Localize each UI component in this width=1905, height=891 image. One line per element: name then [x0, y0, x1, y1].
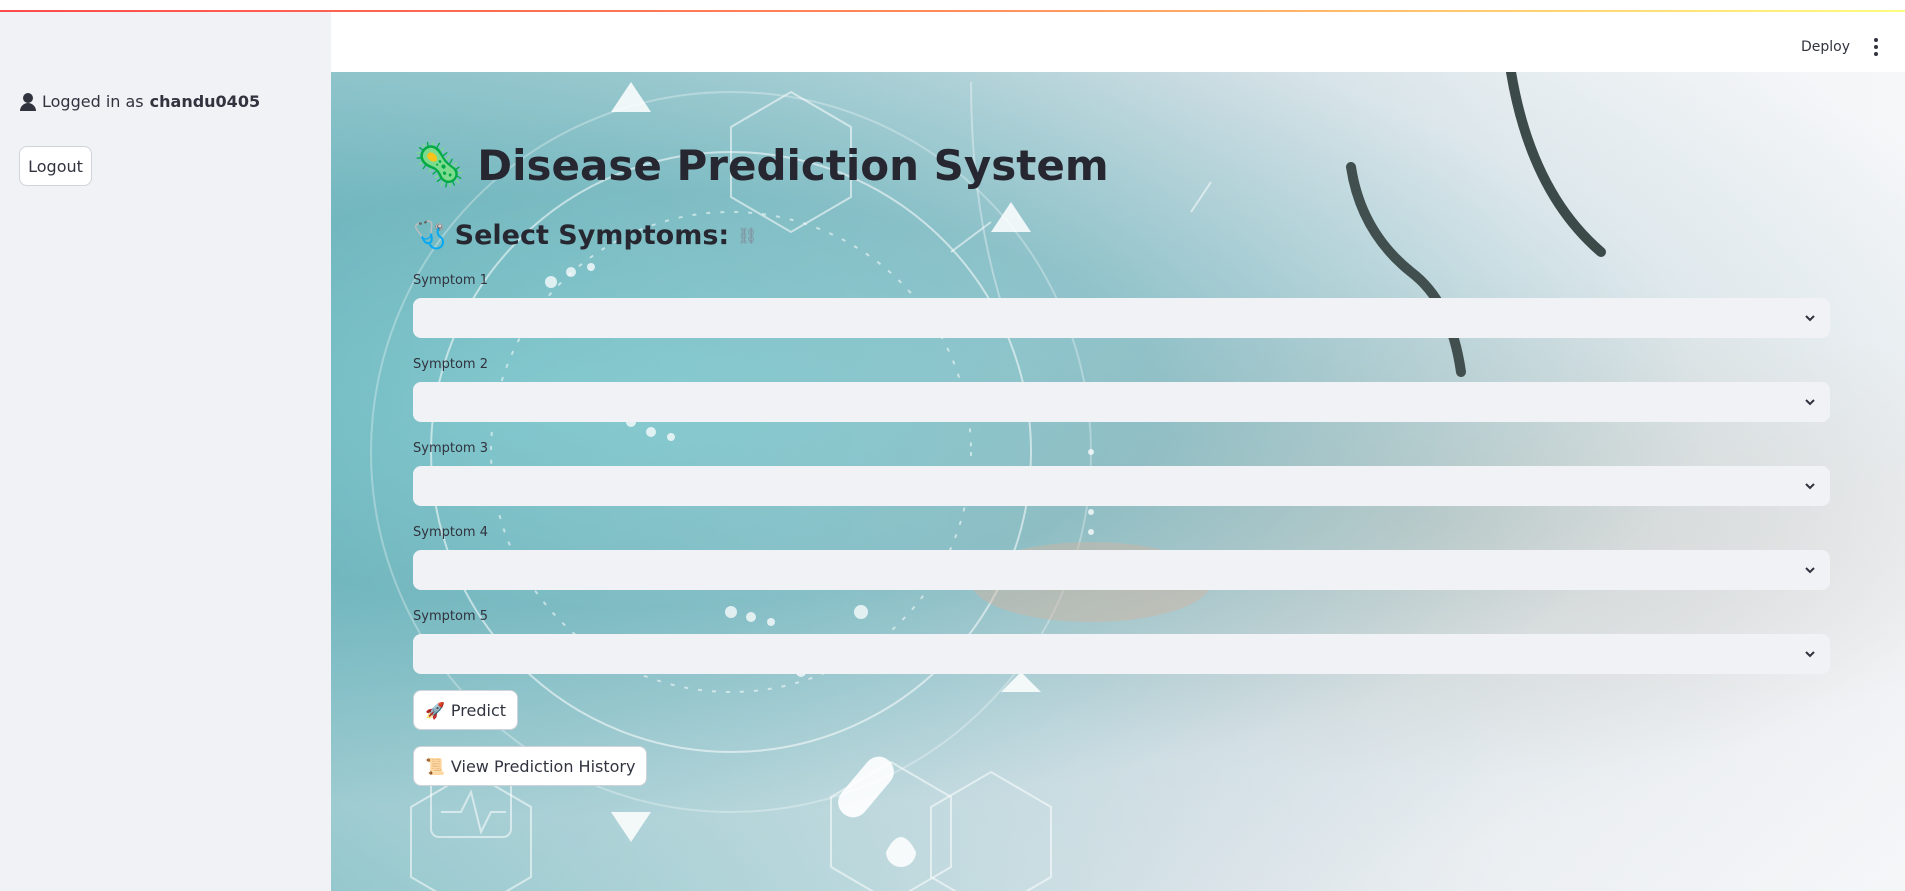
logged-in-prefix: Logged in as [42, 92, 144, 111]
view-history-button[interactable]: 📜 View Prediction History [413, 746, 648, 786]
chevron-down-icon [1805, 651, 1815, 658]
stethoscope-icon: 🩺 [413, 220, 447, 251]
rocket-icon: 🚀 [425, 700, 445, 720]
top-decoration-bar [0, 0, 1905, 12]
deploy-button[interactable]: Deploy [1801, 39, 1850, 55]
section-heading: 🩺 Select Symptoms: ⛓ [413, 219, 758, 252]
chevron-down-icon [1805, 399, 1815, 406]
page-title: 🦠 Disease Prediction System [413, 140, 1109, 190]
main-menu-icon[interactable] [1873, 38, 1879, 56]
chevron-down-icon [1805, 567, 1815, 574]
logged-in-status: Logged in as chandu0405 [20, 92, 260, 111]
main-content: 🦠 Disease Prediction System 🩺 Select Sym… [331, 72, 1905, 891]
chevron-down-icon [1805, 315, 1815, 322]
logout-button[interactable]: Logout [19, 146, 92, 186]
symptom-3-select[interactable] [413, 466, 1830, 506]
sidebar: Logged in as chandu0405 Logout [0, 12, 331, 891]
symptom-2-label: Symptom 2 [413, 357, 488, 372]
username: chandu0405 [149, 92, 261, 111]
chevron-down-icon [1805, 483, 1815, 490]
view-history-button-label: View Prediction History [450, 756, 636, 776]
section-heading-text: Select Symptoms: [454, 219, 730, 251]
page-title-text: Disease Prediction System [477, 140, 1109, 190]
predict-button[interactable]: 🚀 Predict [413, 690, 519, 730]
symptom-5-select[interactable] [413, 634, 1830, 674]
user-icon [20, 92, 36, 111]
microbe-icon: 🦠 [413, 140, 466, 189]
symptom-1-label: Symptom 1 [413, 273, 488, 288]
symptom-3-label: Symptom 3 [413, 441, 488, 456]
anchor-link-icon[interactable]: ⛓ [737, 226, 757, 245]
scroll-icon: 📜 [425, 756, 445, 776]
app-header: Deploy [331, 12, 1905, 72]
predict-button-label: Predict [450, 700, 507, 720]
symptom-1-select[interactable] [413, 298, 1830, 338]
symptom-4-label: Symptom 4 [413, 525, 488, 540]
symptom-5-label: Symptom 5 [413, 609, 488, 624]
symptom-2-select[interactable] [413, 382, 1830, 422]
symptom-4-select[interactable] [413, 550, 1830, 590]
